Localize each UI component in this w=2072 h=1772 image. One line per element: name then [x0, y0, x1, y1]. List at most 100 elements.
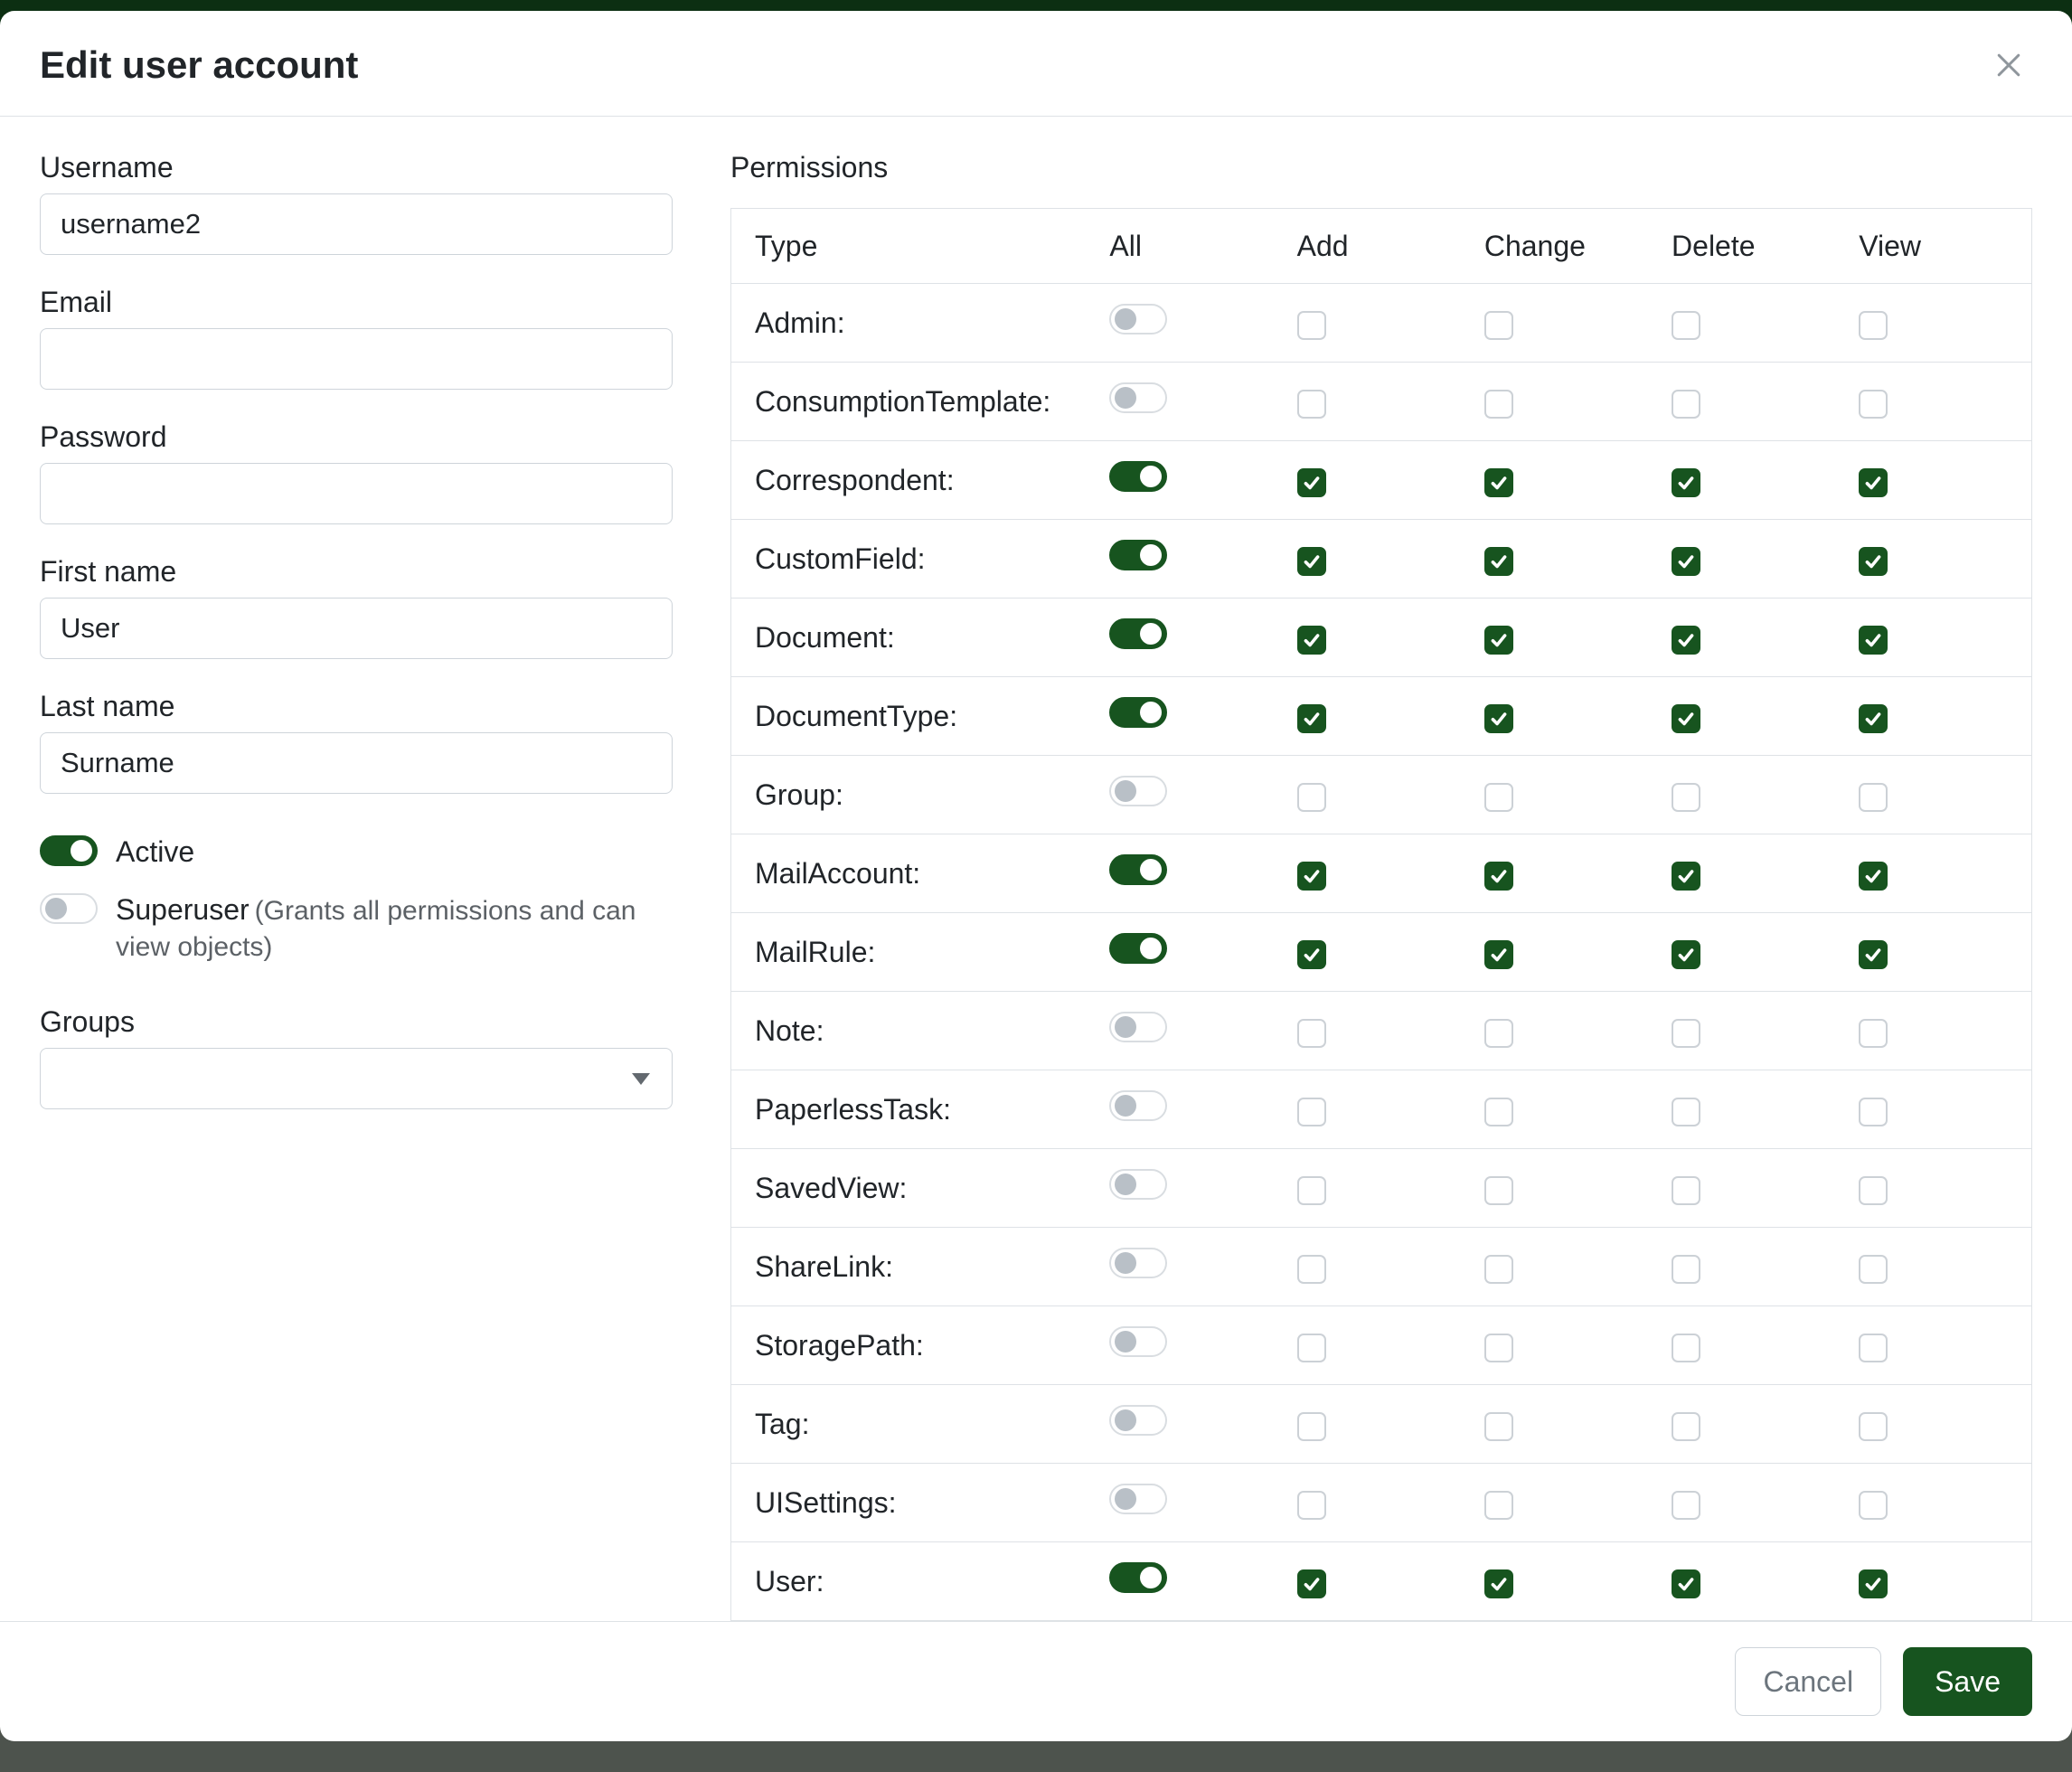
permission-add-checkbox[interactable]: [1297, 783, 1326, 812]
permission-view-checkbox[interactable]: [1859, 862, 1888, 891]
permission-delete-checkbox[interactable]: [1672, 940, 1700, 969]
permission-view-checkbox[interactable]: [1859, 1569, 1888, 1598]
permission-add-checkbox[interactable]: [1297, 390, 1326, 419]
permission-view-checkbox[interactable]: [1859, 1255, 1888, 1284]
permission-add-checkbox[interactable]: [1297, 311, 1326, 340]
permission-delete-checkbox[interactable]: [1672, 1491, 1700, 1520]
close-button[interactable]: [1985, 42, 2032, 89]
permission-add-cell: [1283, 913, 1470, 992]
cancel-button[interactable]: Cancel: [1735, 1647, 1881, 1716]
permission-delete-checkbox[interactable]: [1672, 1176, 1700, 1205]
permission-view-checkbox[interactable]: [1859, 940, 1888, 969]
permission-change-checkbox[interactable]: [1484, 1098, 1513, 1126]
permission-all-toggle[interactable]: [1109, 1248, 1167, 1278]
password-input[interactable]: [40, 463, 673, 524]
permission-view-checkbox[interactable]: [1859, 311, 1888, 340]
permission-all-toggle[interactable]: [1109, 1326, 1167, 1357]
permission-delete-checkbox[interactable]: [1672, 1412, 1700, 1441]
permission-delete-checkbox[interactable]: [1672, 311, 1700, 340]
permission-delete-checkbox[interactable]: [1672, 1019, 1700, 1048]
permission-change-checkbox[interactable]: [1484, 1176, 1513, 1205]
permission-add-checkbox[interactable]: [1297, 1491, 1326, 1520]
permission-view-checkbox[interactable]: [1859, 390, 1888, 419]
permission-delete-checkbox[interactable]: [1672, 862, 1700, 891]
permission-delete-checkbox[interactable]: [1672, 783, 1700, 812]
permission-all-toggle[interactable]: [1109, 461, 1167, 492]
permission-add-checkbox[interactable]: [1297, 1412, 1326, 1441]
permission-all-toggle[interactable]: [1109, 1169, 1167, 1200]
permission-add-checkbox[interactable]: [1297, 704, 1326, 733]
permission-row: Document:: [731, 599, 2032, 677]
permission-change-checkbox[interactable]: [1484, 547, 1513, 576]
first-name-input[interactable]: [40, 598, 673, 659]
permission-delete-checkbox[interactable]: [1672, 1255, 1700, 1284]
permission-view-checkbox[interactable]: [1859, 704, 1888, 733]
permission-all-toggle[interactable]: [1109, 1405, 1167, 1436]
permission-delete-checkbox[interactable]: [1672, 626, 1700, 655]
permission-row: User:: [731, 1542, 2032, 1621]
permission-view-checkbox[interactable]: [1859, 1098, 1888, 1126]
permission-view-checkbox[interactable]: [1859, 1019, 1888, 1048]
permission-all-toggle[interactable]: [1109, 697, 1167, 728]
permission-change-checkbox[interactable]: [1484, 1019, 1513, 1048]
permission-all-toggle[interactable]: [1109, 776, 1167, 806]
permission-add-checkbox[interactable]: [1297, 468, 1326, 497]
permission-all-toggle[interactable]: [1109, 1562, 1167, 1593]
superuser-toggle[interactable]: [40, 893, 98, 924]
permission-change-checkbox[interactable]: [1484, 1255, 1513, 1284]
permission-delete-checkbox[interactable]: [1672, 1569, 1700, 1598]
permission-add-checkbox[interactable]: [1297, 862, 1326, 891]
last-name-input[interactable]: [40, 732, 673, 794]
permission-delete-checkbox[interactable]: [1672, 547, 1700, 576]
permission-view-checkbox[interactable]: [1859, 626, 1888, 655]
permission-delete-checkbox[interactable]: [1672, 1098, 1700, 1126]
permission-add-checkbox[interactable]: [1297, 1098, 1326, 1126]
permission-add-checkbox[interactable]: [1297, 1334, 1326, 1362]
permission-change-checkbox[interactable]: [1484, 940, 1513, 969]
permission-change-checkbox[interactable]: [1484, 862, 1513, 891]
permission-view-checkbox[interactable]: [1859, 468, 1888, 497]
groups-select[interactable]: [40, 1048, 673, 1109]
permission-add-checkbox[interactable]: [1297, 626, 1326, 655]
permission-add-checkbox[interactable]: [1297, 1255, 1326, 1284]
permission-change-checkbox[interactable]: [1484, 468, 1513, 497]
permission-all-toggle[interactable]: [1109, 1484, 1167, 1514]
permission-delete-checkbox[interactable]: [1672, 468, 1700, 497]
permission-add-checkbox[interactable]: [1297, 1176, 1326, 1205]
permission-change-checkbox[interactable]: [1484, 704, 1513, 733]
permission-change-checkbox[interactable]: [1484, 626, 1513, 655]
permission-all-toggle[interactable]: [1109, 1012, 1167, 1042]
permission-view-checkbox[interactable]: [1859, 1491, 1888, 1520]
permission-all-toggle[interactable]: [1109, 1090, 1167, 1121]
permission-delete-checkbox[interactable]: [1672, 390, 1700, 419]
permission-view-checkbox[interactable]: [1859, 1176, 1888, 1205]
permission-view-checkbox[interactable]: [1859, 783, 1888, 812]
permission-change-checkbox[interactable]: [1484, 783, 1513, 812]
permission-view-checkbox[interactable]: [1859, 1334, 1888, 1362]
permission-all-toggle[interactable]: [1109, 382, 1167, 413]
permission-change-checkbox[interactable]: [1484, 1491, 1513, 1520]
permission-all-toggle[interactable]: [1109, 854, 1167, 885]
permission-change-checkbox[interactable]: [1484, 1412, 1513, 1441]
permission-add-checkbox[interactable]: [1297, 1019, 1326, 1048]
permission-all-toggle[interactable]: [1109, 618, 1167, 649]
permission-all-toggle[interactable]: [1109, 304, 1167, 335]
permission-add-checkbox[interactable]: [1297, 1569, 1326, 1598]
permission-change-checkbox[interactable]: [1484, 1334, 1513, 1362]
active-toggle[interactable]: [40, 835, 98, 866]
permission-view-checkbox[interactable]: [1859, 1412, 1888, 1441]
permission-add-checkbox[interactable]: [1297, 547, 1326, 576]
permission-change-checkbox[interactable]: [1484, 311, 1513, 340]
permission-all-toggle[interactable]: [1109, 933, 1167, 964]
email-input[interactable]: [40, 328, 673, 390]
save-button[interactable]: Save: [1903, 1647, 2032, 1716]
permission-delete-checkbox[interactable]: [1672, 1334, 1700, 1362]
permission-add-checkbox[interactable]: [1297, 940, 1326, 969]
permission-all-toggle[interactable]: [1109, 540, 1167, 570]
permission-view-checkbox[interactable]: [1859, 547, 1888, 576]
permission-change-checkbox[interactable]: [1484, 1569, 1513, 1598]
permission-change-checkbox[interactable]: [1484, 390, 1513, 419]
check-icon: [1489, 1574, 1509, 1594]
username-input[interactable]: [40, 193, 673, 255]
permission-delete-checkbox[interactable]: [1672, 704, 1700, 733]
